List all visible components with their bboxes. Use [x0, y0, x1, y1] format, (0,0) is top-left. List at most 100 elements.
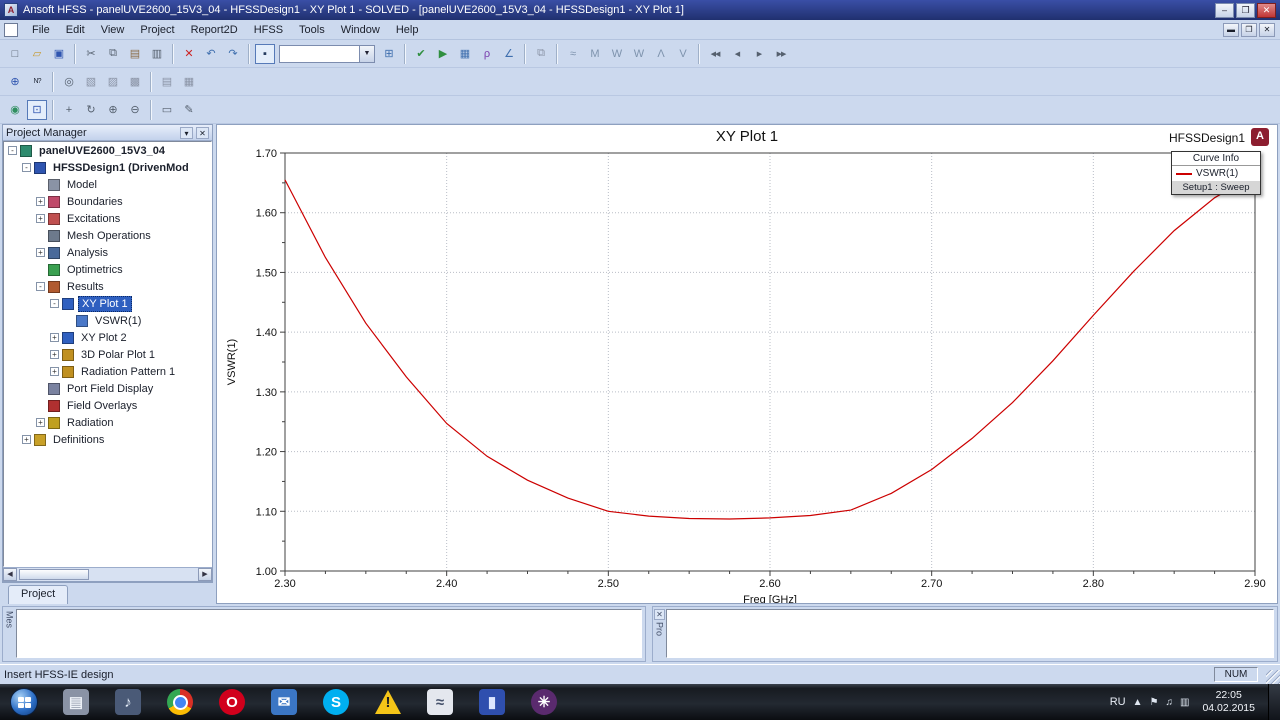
redo-icon[interactable]: ↷ [223, 44, 243, 64]
apply-report-icon[interactable]: ⊞ [379, 44, 399, 64]
menu-window[interactable]: Window [333, 22, 388, 38]
snapshot-icon[interactable]: ⧉ [531, 44, 551, 64]
mdi-minimize-button[interactable]: ▬ [1223, 22, 1239, 37]
expand-toggle-icon[interactable]: + [36, 248, 45, 257]
select-mode-icon[interactable]: ▪ [255, 43, 275, 64]
resize-grip[interactable] [1266, 670, 1280, 684]
cut-icon[interactable]: ✂ [81, 44, 101, 64]
tree-item-optimetrics[interactable]: Optimetrics [4, 261, 211, 278]
progress-tab[interactable]: ✕ Pro [653, 607, 666, 661]
volume-mixer-icon[interactable]: ♪ [102, 684, 154, 720]
wave-w1-icon[interactable]: W [607, 44, 627, 64]
expand-toggle-icon[interactable]: + [50, 350, 59, 359]
expand-toggle-icon[interactable]: + [22, 435, 31, 444]
show-desktop-button[interactable] [1268, 684, 1280, 720]
last-frame-icon[interactable]: ▶▶ [771, 44, 791, 64]
scroll-right-button[interactable]: ▶ [198, 568, 212, 581]
tree-item-hfssdesign1-drivenmod[interactable]: - HFSSDesign1 (DrivenMod [4, 159, 211, 176]
message-manager-tab[interactable]: Mes [3, 607, 16, 661]
orbit-icon[interactable]: ◎ [59, 72, 79, 92]
mdi-restore-button[interactable]: ❐ [1241, 22, 1257, 37]
wave-peak-icon[interactable]: Λ [651, 44, 671, 64]
menu-view[interactable]: View [93, 22, 133, 38]
save-icon[interactable]: ▣ [49, 44, 69, 64]
insert-design-icon[interactable]: ⊕ [5, 72, 25, 92]
scrollbar-thumb[interactable] [19, 569, 89, 580]
tree-item-definitions[interactable]: + Definitions [4, 431, 211, 448]
start-button[interactable] [10, 688, 38, 716]
scroll-left-button[interactable]: ◀ [3, 568, 17, 581]
network-icon[interactable]: ▥ [1180, 697, 1189, 708]
tree-item-field-overlays[interactable]: Field Overlays [4, 397, 211, 414]
system-app-icon[interactable]: ▤ [50, 684, 102, 720]
zoom-in-icon[interactable]: ⊕ [103, 100, 123, 120]
open-folder-icon[interactable]: ▱ [27, 44, 47, 64]
expand-toggle-icon[interactable]: + [36, 418, 45, 427]
sweep-angle-icon[interactable]: ∠ [499, 44, 519, 64]
collapse-toggle-icon[interactable]: - [8, 146, 17, 155]
menu-hfss[interactable]: HFSS [246, 22, 291, 38]
tree-item-vswr-1[interactable]: VSWR(1) [4, 312, 211, 329]
wave-w2-icon[interactable]: W [629, 44, 649, 64]
solid-box-icon[interactable]: ▩ [125, 72, 145, 92]
tree-item-analysis[interactable]: + Analysis [4, 244, 211, 261]
maximize-button[interactable]: ❐ [1236, 2, 1255, 18]
tree-item-port-field-display[interactable]: Port Field Display [4, 380, 211, 397]
new-file-icon[interactable]: □ [5, 44, 25, 64]
expand-toggle-icon[interactable]: + [50, 333, 59, 342]
analyze-all-icon[interactable]: ▶ [433, 44, 453, 64]
tree-item-excitations[interactable]: + Excitations [4, 210, 211, 227]
menu-report2d[interactable]: Report2D [183, 22, 246, 38]
wave-valley-icon[interactable]: V [673, 44, 693, 64]
menu-help[interactable]: Help [388, 22, 427, 38]
progress-content[interactable] [666, 609, 1274, 658]
zoom-out-icon[interactable]: ⊖ [125, 100, 145, 120]
tree-item-mesh-operations[interactable]: Mesh Operations [4, 227, 211, 244]
tab-project[interactable]: Project [8, 585, 69, 604]
next-frame-icon[interactable]: ▶ [749, 44, 769, 64]
progress-close-button[interactable]: ✕ [654, 609, 665, 620]
validate-icon[interactable]: ✔ [411, 44, 431, 64]
help-pointer-icon[interactable]: N? [27, 72, 47, 92]
delete-icon[interactable]: ✕ [179, 44, 199, 64]
message-manager-content[interactable] [16, 609, 642, 658]
tree-item-radiation-pattern-1[interactable]: + Radiation Pattern 1 [4, 363, 211, 380]
chevron-down-icon[interactable]: ▼ [359, 45, 374, 62]
opera-icon[interactable]: O [206, 684, 258, 720]
plane-icon[interactable]: ▤ [157, 72, 177, 92]
close-button[interactable]: ✕ [1257, 2, 1276, 18]
skype-icon[interactable]: S [310, 684, 362, 720]
world-view-icon[interactable]: ◉ [5, 100, 25, 120]
wave-sine-icon[interactable]: ≈ [563, 44, 583, 64]
pan-icon[interactable]: + [59, 100, 79, 120]
fit-view-icon[interactable]: ⊡ [27, 99, 47, 120]
menu-file[interactable]: File [24, 22, 58, 38]
first-frame-icon[interactable]: ◀◀ [705, 44, 725, 64]
tree-item-radiation[interactable]: + Radiation [4, 414, 211, 431]
solution-data-icon[interactable]: ▦ [455, 44, 475, 64]
wire-box-icon[interactable]: ▧ [81, 72, 101, 92]
collapse-toggle-icon[interactable]: - [22, 163, 31, 172]
edit-pen-icon[interactable]: ✎ [179, 100, 199, 120]
collapse-toggle-icon[interactable]: - [50, 299, 59, 308]
panel-close-button[interactable]: ✕ [196, 126, 209, 139]
browser-icon[interactable] [154, 684, 206, 720]
menu-edit[interactable]: Edit [58, 22, 93, 38]
expand-toggle-icon[interactable]: + [36, 197, 45, 206]
signature-icon[interactable]: ≈ [414, 684, 466, 720]
optimetrics-run-icon[interactable]: ρ [477, 44, 497, 64]
hidden-icons-arrow[interactable]: ▲ [1133, 697, 1143, 708]
minimize-button[interactable]: – [1215, 2, 1234, 18]
tree-item-xy-plot-2[interactable]: + XY Plot 2 [4, 329, 211, 346]
hfss-app-icon[interactable]: ✳ [518, 684, 570, 720]
language-indicator[interactable]: RU [1110, 696, 1126, 708]
clock[interactable]: 22:05 04.02.2015 [1196, 689, 1261, 715]
undo-icon[interactable]: ↶ [201, 44, 221, 64]
rotate-view-icon[interactable]: ↻ [81, 100, 101, 120]
tree-item-paneluve2600-15v3-04[interactable]: - panelUVE2600_15V3_04 [4, 142, 211, 159]
tree-item-boundaries[interactable]: + Boundaries [4, 193, 211, 210]
expand-toggle-icon[interactable]: + [50, 367, 59, 376]
shade-box-icon[interactable]: ▨ [103, 72, 123, 92]
grid-icon[interactable]: ▦ [179, 72, 199, 92]
wave-m-icon[interactable]: M [585, 44, 605, 64]
